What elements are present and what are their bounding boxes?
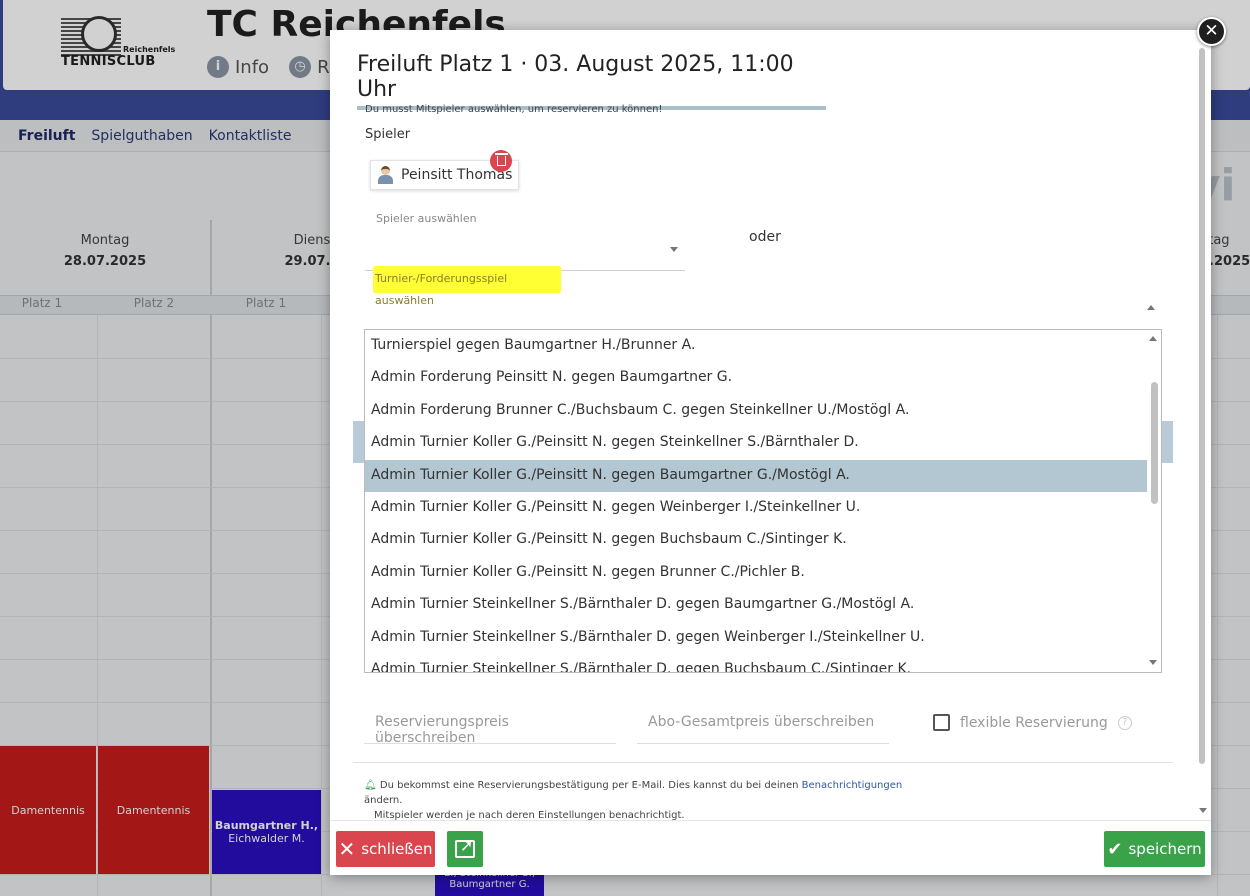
note-text-end: ändern.: [364, 795, 403, 806]
dropdown-option[interactable]: Admin Turnier Steinkellner S./Bärnthaler…: [365, 622, 1147, 654]
price-override-input[interactable]: Reservierungspreis überschreiben: [364, 702, 616, 746]
save-button[interactable]: ✔ speichern: [1104, 831, 1205, 867]
dropdown-scroll-thumb[interactable]: [1151, 382, 1158, 504]
close-button[interactable]: ✕ schließen: [336, 831, 435, 867]
dropdown-option[interactable]: Admin Turnier Steinkellner S./Bärnthaler…: [365, 654, 1147, 672]
scroll-down-icon[interactable]: [1149, 660, 1157, 665]
save-button-label: speichern: [1128, 840, 1202, 858]
dropdown-option-selected[interactable]: Admin Turnier Koller G./Peinsitt N. gege…: [365, 459, 1147, 492]
checkmark-icon: ✔: [1107, 838, 1123, 860]
dropdown-option[interactable]: Admin Forderung Peinsitt N. gegen Baumga…: [365, 362, 1147, 394]
turnier-dropdown-list[interactable]: Turnierspiel gegen Baumgartner H./Brunne…: [364, 329, 1162, 673]
help-icon[interactable]: ?: [1117, 715, 1132, 730]
dropdown-option[interactable]: Admin Turnier Koller G./Peinsitt N. gege…: [365, 524, 1147, 556]
flexible-checkbox[interactable]: [933, 714, 950, 731]
dropdown-option[interactable]: Admin Forderung Brunner C./Buchsbaum C. …: [365, 395, 1147, 427]
player-select[interactable]: [365, 228, 685, 271]
abo-price-override-input[interactable]: Abo-Gesamtpreis überschreiben: [637, 702, 889, 744]
modal-scrollbar[interactable]: [1197, 42, 1209, 822]
spieler-label: Spieler: [365, 127, 411, 142]
dropdown-option[interactable]: Turnierspiel gegen Baumgartner H./Brunne…: [365, 330, 1147, 362]
share-button[interactable]: [447, 831, 483, 867]
chevron-down-icon: [670, 247, 678, 252]
modal-close-icon[interactable]: ✕: [1197, 17, 1226, 46]
dropdown-option[interactable]: Admin Turnier Steinkellner S./Bärnthaler…: [365, 589, 1147, 621]
note-text: Du bekommst eine Reservierungsbestätigun…: [379, 780, 802, 791]
notifications-link[interactable]: Benachrichtigungen: [802, 780, 903, 791]
close-icon: ✕: [338, 837, 356, 861]
modal-scroll-thumb[interactable]: [1199, 48, 1205, 764]
trash-icon[interactable]: [490, 150, 512, 172]
chevron-up-icon: [1147, 305, 1155, 310]
reservation-modal: Freiluft Platz 1 · 03. August 2025, 11:0…: [330, 30, 1211, 875]
bell-icon: 🔔︎: [364, 780, 377, 791]
notification-note: 🔔︎ Du bekommst eine Reservierungsbestäti…: [364, 778, 924, 823]
avatar-icon: [377, 166, 393, 184]
flexible-label: flexible Reservierung: [960, 714, 1108, 731]
share-icon: [455, 836, 475, 858]
scroll-up-icon[interactable]: [1149, 336, 1157, 341]
dropdown-option[interactable]: Admin Turnier Koller G./Peinsitt N. gege…: [365, 427, 1147, 459]
dropdown-option[interactable]: Admin Turnier Koller G./Peinsitt N. gege…: [365, 492, 1147, 524]
hint-text: Du musst Mitspieler auswählen, um reserv…: [365, 104, 663, 115]
dropdown-scrollbar[interactable]: [1146, 330, 1161, 672]
scroll-down-icon[interactable]: [1199, 808, 1207, 813]
turnier-select-label: Turnier-/Forderungsspiel auswählen: [373, 266, 561, 307]
select-player-label: Spieler auswählen: [376, 212, 477, 225]
modal-title: Freiluft Platz 1 · 03. August 2025, 11:0…: [357, 52, 826, 110]
flexible-reservation: flexible Reservierung ?: [933, 714, 1132, 731]
dropdown-option[interactable]: Admin Turnier Koller G./Peinsitt N. gege…: [365, 557, 1147, 589]
oder-text: oder: [749, 229, 781, 245]
close-button-label: schließen: [361, 840, 433, 858]
